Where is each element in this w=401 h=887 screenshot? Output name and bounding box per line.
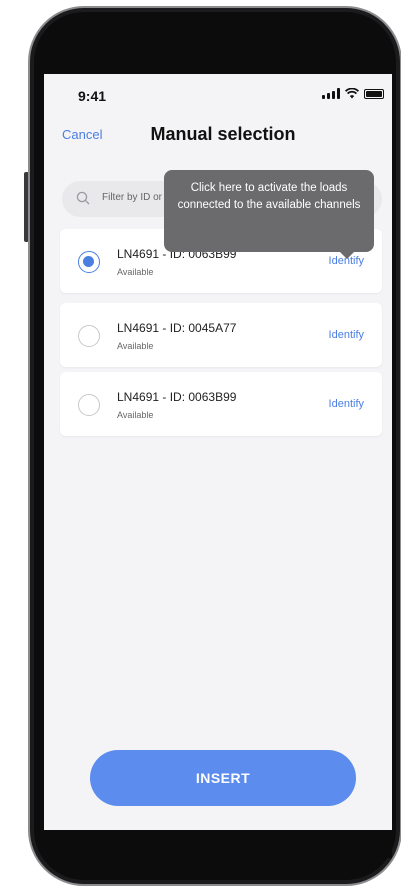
phone-bottom-bezel xyxy=(44,830,392,858)
device-name: LN4691 - ID: 0045A77 xyxy=(117,321,237,335)
device-card[interactable]: LN4691 - ID: 0063B99 Available Identify xyxy=(60,372,382,436)
status-icons xyxy=(322,88,384,99)
device-radio[interactable] xyxy=(78,394,100,416)
device-card[interactable]: LN4691 - ID: 0045A77 Available Identify xyxy=(60,303,382,367)
device-name: LN4691 - ID: 0063B99 xyxy=(117,390,237,404)
device-radio[interactable] xyxy=(78,325,100,347)
status-time: 9:41 xyxy=(78,88,107,104)
device-radio[interactable] xyxy=(78,251,100,273)
identify-button[interactable]: Identify xyxy=(329,329,364,341)
wifi-icon xyxy=(345,88,359,99)
phone-screen: 9:41 Cancel Manual selection Filter by I… xyxy=(44,74,392,830)
search-placeholder: Filter by ID or ... xyxy=(102,192,174,203)
battery-icon xyxy=(364,88,384,99)
device-status: Available xyxy=(117,410,154,420)
insert-button[interactable]: INSERT xyxy=(90,750,356,806)
device-status: Available xyxy=(117,267,154,277)
status-bar: 9:41 xyxy=(44,74,392,118)
identify-button[interactable]: Identify xyxy=(329,398,364,410)
page-title: Manual selection xyxy=(150,124,296,144)
device-status: Available xyxy=(117,341,154,351)
search-icon xyxy=(76,191,90,205)
identify-tooltip: Click here to activate the loads connect… xyxy=(164,170,374,259)
signal-icon xyxy=(322,88,340,99)
